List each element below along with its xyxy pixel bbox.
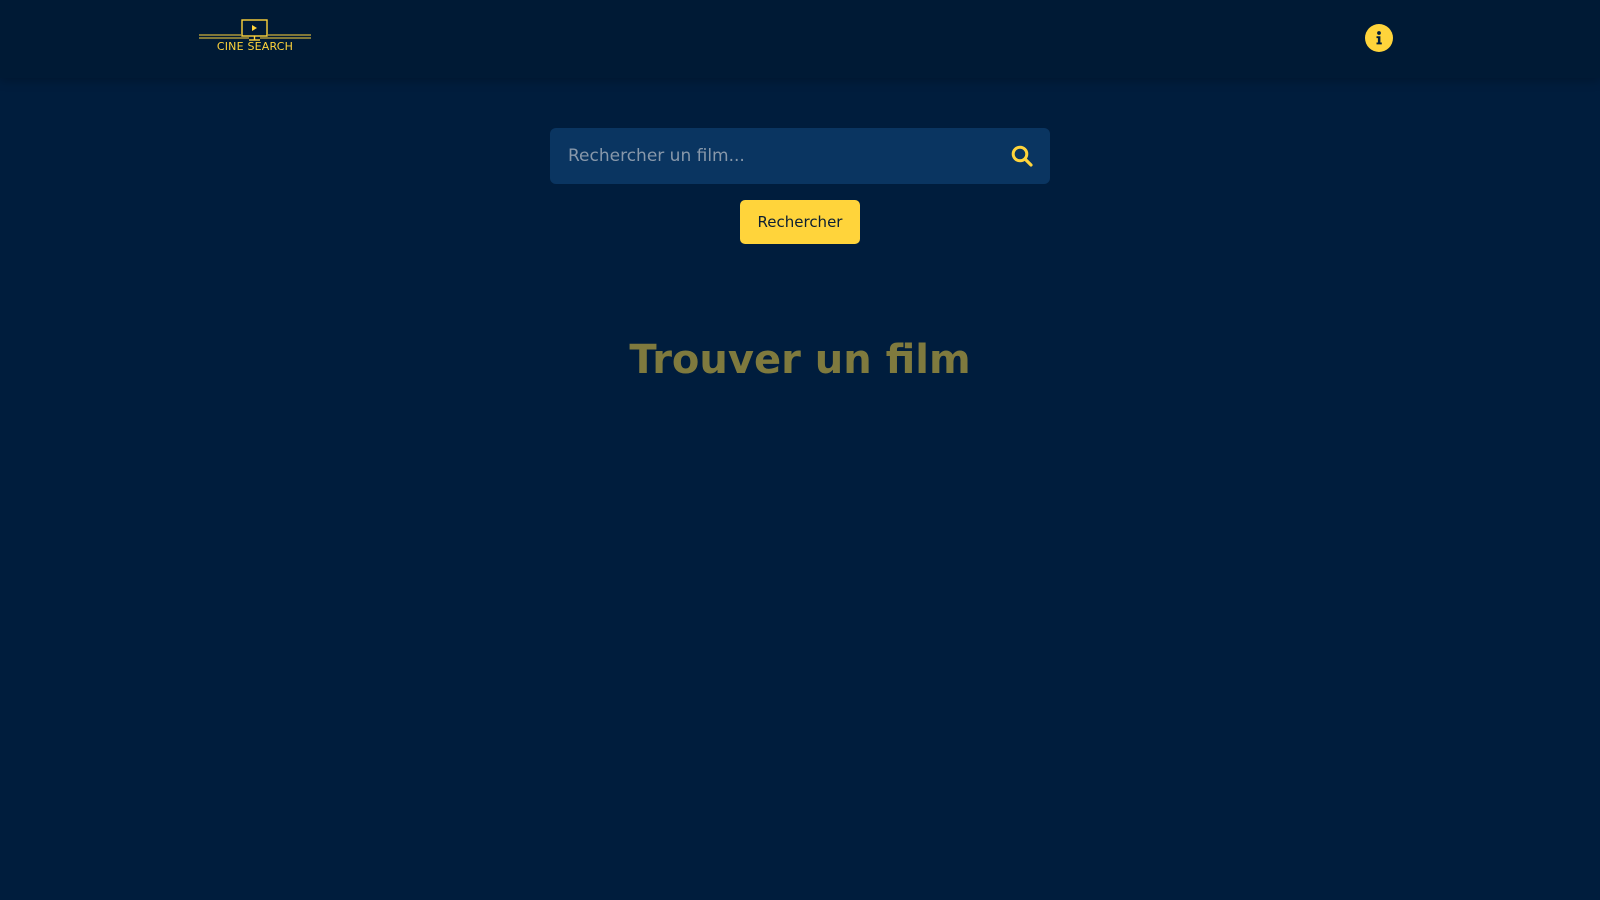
- top-navbar: CINE SEARCH: [0, 0, 1600, 78]
- cine-search-logo[interactable]: CINE SEARCH: [199, 18, 311, 58]
- search-bar: [550, 128, 1050, 184]
- search-icon[interactable]: [1010, 144, 1034, 168]
- page-title: Trouver un film: [629, 337, 971, 383]
- search-button[interactable]: Rechercher: [740, 200, 860, 244]
- search-input[interactable]: [550, 128, 990, 184]
- monitor-play-icon: [199, 19, 311, 41]
- info-icon: [1376, 31, 1382, 45]
- info-button[interactable]: [1365, 24, 1393, 52]
- logo-text: CINE SEARCH: [216, 40, 294, 53]
